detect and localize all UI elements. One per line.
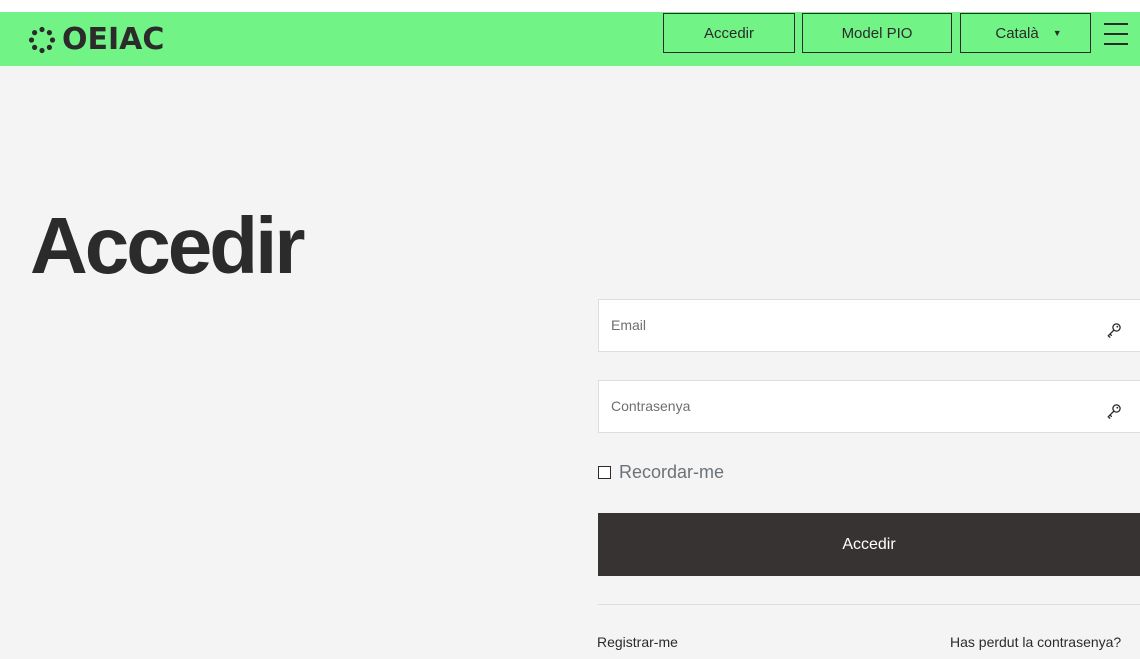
remember-me-label: Recordar-me: [619, 461, 725, 482]
top-navigation-bar: OEIAC Accedir Model PIO Català ▼: [0, 12, 1140, 66]
forgot-password-link[interactable]: Has perdut la contrasenya?: [950, 634, 1140, 650]
login-page: OEIAC Accedir Model PIO Català ▼ Accedir: [0, 0, 1140, 659]
nav-login-button[interactable]: Accedir: [663, 13, 795, 53]
browser-top-strip: [0, 0, 1140, 12]
language-selected-label: Català: [995, 24, 1039, 42]
password-input[interactable]: [599, 381, 1140, 432]
email-input[interactable]: [599, 300, 1140, 351]
nav-model-pio-button[interactable]: Model PIO: [802, 13, 952, 53]
divider: [598, 604, 1140, 605]
key-icon: [1107, 323, 1121, 338]
register-link[interactable]: Registrar-me: [597, 634, 678, 650]
hamburger-menu-icon[interactable]: [1104, 23, 1128, 45]
login-submit-button[interactable]: Accedir: [598, 513, 1140, 576]
key-icon: [1107, 404, 1121, 419]
email-field: [598, 299, 1140, 352]
dotted-circle-logo-icon: [28, 26, 56, 54]
remember-me-option[interactable]: Recordar-me: [598, 461, 724, 483]
brand-name: OEIAC: [62, 22, 165, 57]
page-title: Accedir: [30, 201, 305, 290]
caret-down-icon: ▼: [1052, 28, 1062, 38]
remember-me-checkbox[interactable]: [598, 465, 611, 479]
language-select[interactable]: Català ▼: [960, 13, 1091, 53]
site-logo[interactable]: OEIAC: [28, 25, 164, 55]
password-field: [598, 380, 1140, 433]
